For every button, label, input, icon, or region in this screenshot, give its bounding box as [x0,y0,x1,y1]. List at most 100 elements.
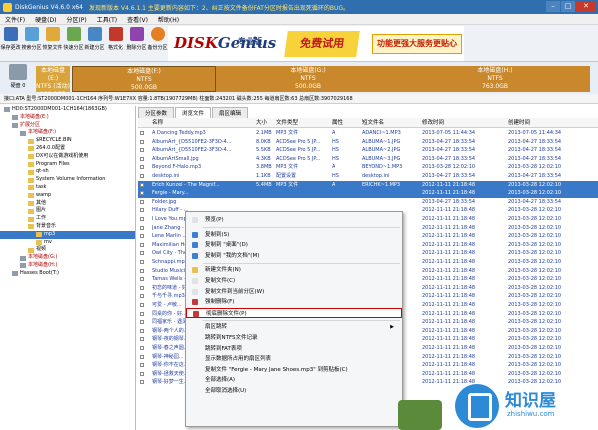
context-menu-item[interactable]: 复制文件到当前分区(W) [186,287,402,297]
tree-node[interactable]: DX可以在做游戏机使用 [0,153,135,161]
quick-partition-button[interactable]: 快速分区 [63,25,84,61]
tree-node[interactable]: 本地磁盘(E:) [0,114,135,122]
file-row[interactable]: Fergie - Mary... 2012-11-11 21:18:48 2013-… [138,189,598,198]
file-row[interactable]: AlbumArtSmall.jpg 4.3KB ACDSee Pro 5 JP...… [138,155,598,164]
tree-node[interactable]: Hasses Boot(T:) [0,270,135,278]
col-type[interactable]: 文件类型 [276,118,298,128]
menu-view[interactable]: 查看(V) [122,15,153,24]
disk-selector[interactable]: 硬盘 0 [3,64,33,92]
file-row[interactable]: desktop.ini 1.1KB 配置设置 HS desktop.ini 2013-04… [138,172,598,181]
ad-banner[interactable]: DISKGenius 专业版 免费试用 功能更强大服务更贴心 [168,26,464,61]
tree-node[interactable]: 图片 [0,207,135,215]
file-checkbox[interactable] [140,156,144,161]
file-checkbox[interactable] [140,260,144,264]
menu-partition[interactable]: 分区(P) [61,15,91,24]
directory-tree[interactable]: HD0:ST2000DM001-1CH164(1863GB) 本地磁盘(E:) 扩展… [0,106,136,430]
tree-node[interactable]: 本地磁盘(F:) [0,129,135,137]
context-menu-item[interactable]: 显示数据所占用的扇区列表 [186,354,402,364]
file-row[interactable]: AlbumArt_{D5510FE2-3F3D-4... 5.5KB ACDSee … [138,146,598,155]
context-menu-item[interactable]: 新建文件夹(N) [186,265,402,275]
menu-help[interactable]: 帮助(H) [153,15,184,24]
file-checkbox[interactable] [140,182,144,187]
context-menu-item[interactable]: 复制文件(C) [186,276,402,286]
file-checkbox[interactable] [140,234,144,239]
tree-node[interactable]: 背景音乐 [0,223,135,231]
file-checkbox[interactable] [140,371,144,376]
file-checkbox[interactable] [140,337,144,342]
file-row[interactable]: Beyond F-Halo.mp3 3.8MB MP3 文件 A BEYOND~1.MP… [138,163,598,172]
tree-node[interactable]: 本地磁盘(G:) [0,254,135,262]
file-checkbox[interactable] [140,242,144,247]
tree-node[interactable]: task [0,184,135,192]
tree-node[interactable]: $RECYCLE.BIN [0,137,135,145]
context-menu-item[interactable]: 强制删除(F) [186,297,402,307]
menu-tools[interactable]: 工具(T) [92,15,122,24]
tab-partition-params[interactable]: 分区参数 [138,107,175,118]
file-checkbox[interactable] [140,380,144,385]
tree-node[interactable]: 其他 [0,200,135,208]
tree-node[interactable]: Program Files [0,161,135,169]
partition-f[interactable]: 本地磁盘(F:) NTFS 500.0GB [72,66,216,92]
file-checkbox[interactable] [140,346,144,350]
context-menu-item[interactable]: 复制到 "桌面"(D) [186,240,402,250]
file-row[interactable]: Erich Kunzel - The Magnif... 5.4MB MP3 文件 A… [138,180,598,190]
file-checkbox[interactable] [140,268,144,273]
tab-sector-editor[interactable]: 扇区编辑 [212,107,249,118]
file-checkbox[interactable] [140,354,144,359]
search-partition-button[interactable]: 搜索分区 [21,25,42,61]
file-row[interactable]: Folder.jpg 2013-04-27 18:33:54 2013-04-27 … [138,198,598,207]
context-menu-item[interactable]: 全部选择(A) [186,375,402,385]
context-menu-item[interactable]: 跳转到FAT表项 [186,344,402,354]
tree-node[interactable]: 264.0.0配置 [0,145,135,153]
col-short-name[interactable]: 短文件名 [362,118,384,128]
context-menu-item[interactable]: 预览(P) [186,215,402,225]
context-menu-item[interactable]: 全部取消选择(U) [186,386,402,396]
context-menu-item[interactable]: 复制到 "我的文档"(M) [186,251,402,261]
file-checkbox[interactable] [140,328,144,333]
file-checkbox[interactable] [140,225,144,230]
tree-node[interactable]: 扩展分区 [0,122,135,130]
file-row[interactable]: AlbumArt_{D5510FE2-3F3D-4... 8.0KB ACDSee … [138,138,598,147]
context-menu-item[interactable]: 复制文件 "Fergie - Mary Jane Shoes.mp3" 到剪贴板… [186,365,402,375]
tree-node[interactable]: System Volume Information [0,176,135,184]
partition-g[interactable]: 本地磁盘(G:) NTFS 500.0GB [216,66,400,92]
file-checkbox[interactable] [140,294,144,299]
tree-node[interactable]: 本地磁盘(H:) [0,262,135,270]
tree-node[interactable]: qt-sh [0,168,135,176]
col-size[interactable]: 大小 [256,118,267,128]
update-notice[interactable]: 发现新版本 V4.6.1.1 主要更新内容如下：2、纠正按文件备份FAT分区时报… [89,3,349,12]
tree-node[interactable]: 工作 [0,215,135,223]
file-checkbox[interactable] [140,208,144,213]
file-checkbox[interactable] [140,303,144,307]
file-checkbox[interactable] [140,131,144,135]
tree-node[interactable]: wamp [0,192,135,200]
tab-browse-files[interactable]: 浏览文件 [175,107,212,118]
file-checkbox[interactable] [140,251,144,256]
backup-partition-button[interactable]: 备份分区 [147,25,168,61]
partition-h[interactable]: 本地磁盘(H:) NTFS 763.0GB [400,66,590,92]
tree-node[interactable]: mv [0,239,135,247]
file-checkbox[interactable] [140,148,144,153]
col-attr[interactable]: 属性 [332,118,343,128]
context-menu-item[interactable]: 复制到(S) [186,230,402,240]
tree-node[interactable]: 视频 [0,246,135,254]
menu-file[interactable]: 文件(F) [0,15,30,24]
new-partition-button[interactable]: 新建分区 [84,25,105,61]
maximize-button[interactable]: □ [561,1,575,12]
partition-e[interactable]: 本地磁盘(E:)NTFS (活动)100.0GB [36,66,70,98]
file-checkbox[interactable] [140,363,144,368]
file-checkbox[interactable] [140,311,144,316]
file-checkbox[interactable] [140,217,144,221]
menu-item-permanent-delete[interactable]: 彻底删除文件(P) [186,307,402,318]
file-checkbox[interactable] [140,320,144,325]
file-checkbox[interactable] [140,165,144,170]
context-menu-item[interactable]: 扇区跳转 ▶ [186,322,402,332]
file-checkbox[interactable] [140,285,144,290]
minimize-button[interactable]: – [546,1,560,12]
delete-partition-button[interactable]: 删除分区 [126,25,147,61]
tree-node[interactable]: mp3 [0,230,135,239]
col-created[interactable]: 创建时间 [508,118,530,128]
col-modified[interactable]: 修改时间 [422,118,444,128]
file-checkbox[interactable] [140,199,144,204]
save-changes-button[interactable]: 保存更改 [0,25,21,61]
